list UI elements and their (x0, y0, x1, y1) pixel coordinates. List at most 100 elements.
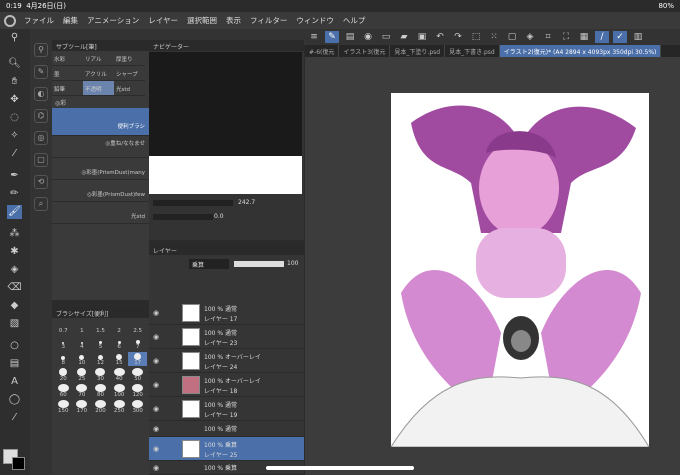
select-all-icon[interactable]: ⁙ (487, 31, 501, 43)
size-preset[interactable]: 170 (73, 400, 92, 414)
menu-edit[interactable]: 編集 (63, 15, 78, 26)
text-icon[interactable]: A (7, 375, 22, 389)
size-preset[interactable]: 80 (91, 384, 110, 398)
subtool-tab[interactable]: 鉛筆 (52, 81, 83, 96)
dock-subtool-icon[interactable]: ⚲ (34, 43, 48, 57)
doc-tab-active[interactable]: イラスト2(復元)* (A4 2894 x 4093px 350dpi 30.5… (499, 45, 662, 57)
layer-row[interactable]: ◉ 100 % 通常 レイヤー 23 (149, 325, 304, 349)
eye-icon[interactable]: ◉ (153, 464, 159, 472)
save-icon[interactable]: ▣ (415, 31, 429, 43)
eraser-icon[interactable]: ⌫ (7, 281, 22, 295)
lasso-icon[interactable]: ◌ (7, 111, 22, 125)
size-preset[interactable]: 8 (54, 352, 73, 366)
size-preset[interactable]: 1 (73, 320, 92, 334)
menu-file[interactable]: ファイル (24, 15, 54, 26)
menu-icon[interactable]: ≡ (307, 31, 321, 43)
eye-icon[interactable]: ◉ (153, 425, 159, 433)
dock-property-icon[interactable]: ⌬ (34, 109, 48, 123)
size-preset[interactable]: 300 (128, 400, 147, 414)
eye-icon[interactable]: ◉ (153, 333, 159, 341)
brush-item-active[interactable]: 便利ブラシ (52, 108, 149, 136)
brush-item[interactable]: 光std (52, 202, 149, 224)
crop-icon[interactable]: ⌗ (541, 31, 555, 43)
brush-item[interactable]: ◎彩墨(PrismDust)few (52, 180, 149, 202)
size-preset[interactable]: 7 (128, 336, 147, 350)
size-preset[interactable]: 3 (54, 336, 73, 350)
size-preset[interactable]: 150 (54, 400, 73, 414)
blend-mode-select[interactable]: 乗算 (189, 259, 229, 269)
eye-icon[interactable]: ◉ (153, 381, 159, 389)
deselect-icon[interactable]: ▢ (505, 31, 519, 43)
size-preset[interactable]: 4 (73, 336, 92, 350)
redo-icon[interactable]: ↷ (451, 31, 465, 43)
size-preset[interactable]: 2.5 (128, 320, 147, 334)
pen-icon[interactable]: ✒ (7, 169, 22, 183)
size-preset[interactable]: 60 (54, 384, 73, 398)
layer-icon[interactable]: ▤ (343, 31, 357, 43)
hand-icon[interactable]: ✋︎ (7, 75, 22, 89)
size-preset[interactable]: 6 (110, 336, 129, 350)
doc-tab[interactable]: イラスト3(復元 (339, 45, 391, 57)
size-preset[interactable]: 2 (110, 320, 129, 334)
subtool-tab-active[interactable]: 不透明 (83, 81, 114, 96)
brush-icon[interactable]: 🖌︎ (7, 205, 22, 219)
pencil-icon[interactable]: ✏ (7, 187, 22, 201)
fill-icon[interactable]: ◈ (523, 31, 537, 43)
figure-icon[interactable]: ○ (7, 339, 22, 353)
zoom-icon[interactable]: ⚲ (7, 31, 22, 45)
eye-icon[interactable]: ◉ (153, 357, 159, 365)
fill-bucket-icon[interactable]: ◆ (7, 299, 22, 313)
doc-tab[interactable]: #-6(復元 (305, 45, 340, 57)
layer-row[interactable]: ◉ 100 % 通常 レイヤー 19 (149, 397, 304, 421)
layer-row[interactable]: ◉ 100 % オーバーレイ レイヤー 24 (149, 349, 304, 373)
size-preset[interactable]: 20 (54, 368, 73, 382)
wand-icon[interactable]: ✧ (7, 129, 22, 143)
size-preset[interactable]: 0.7 (54, 320, 73, 334)
airbrush-icon[interactable]: ⁂ (7, 227, 22, 241)
dock-ink-icon[interactable]: ◐ (34, 87, 48, 101)
frame-icon[interactable]: ▤ (7, 357, 22, 371)
grid-icon[interactable]: ▦ (577, 31, 591, 43)
gradient-icon[interactable]: ▧ (7, 317, 22, 331)
deco-icon[interactable]: ✱ (7, 245, 22, 259)
magnifier-icon[interactable]: 🔍︎ (7, 57, 22, 71)
subtool-tab[interactable]: リアル (83, 51, 114, 66)
open-folder-icon[interactable]: ▰ (397, 31, 411, 43)
size-preset[interactable]: 200 (91, 400, 110, 414)
size-preset[interactable]: 12 (91, 352, 110, 366)
size-preset[interactable]: 40 (110, 368, 129, 382)
layer-row-selected[interactable]: ◉ 100 % 乗算 レイヤー 25 (149, 437, 304, 461)
blend-icon[interactable]: ◈ (7, 263, 22, 277)
app-logo-icon[interactable] (4, 14, 16, 27)
size-preset[interactable]: 100 (110, 384, 129, 398)
dock-material-icon[interactable]: ▢ (34, 153, 48, 167)
eye-icon[interactable]: ◉ (153, 445, 159, 453)
artwork-canvas[interactable] (391, 93, 649, 447)
size-preset[interactable]: 70 (73, 384, 92, 398)
menu-view[interactable]: 表示 (226, 15, 241, 26)
size-preset[interactable]: 5 (91, 336, 110, 350)
subtool-tab[interactable]: 墨 (52, 66, 83, 81)
eye-icon[interactable]: ◉ (153, 309, 159, 317)
subtool-tab[interactable]: アクリル (83, 66, 114, 81)
subtool-tab[interactable]: シャープ (114, 66, 145, 81)
menu-filter[interactable]: フィルター (250, 15, 287, 26)
doc-tab[interactable]: 見本_下塗り.psd (390, 45, 446, 57)
brush-item[interactable]: ◎重ね/ななませ (52, 136, 149, 158)
reference-icon[interactable]: ◉ (361, 31, 375, 43)
opacity-slider[interactable] (234, 261, 284, 267)
balloon-icon[interactable]: ◯ (7, 393, 22, 407)
new-file-icon[interactable]: ▭ (379, 31, 393, 43)
size-preset[interactable]: 15 (110, 352, 129, 366)
menu-window[interactable]: ウィンドウ (296, 15, 334, 26)
size-preset[interactable]: 250 (110, 400, 129, 414)
pen-mode-icon[interactable]: ✎ (325, 31, 339, 43)
line-icon[interactable]: ⁄ (7, 411, 22, 425)
move-icon[interactable]: ✥ (7, 93, 22, 107)
check-icon[interactable]: ✓ (613, 31, 627, 43)
eyedropper-icon[interactable]: ⁄ (7, 147, 22, 161)
eye-icon[interactable]: ◉ (153, 405, 159, 413)
doc-tab[interactable]: 見本_下書き.psd (445, 45, 500, 57)
layer-folder-row[interactable]: ◉ 100 % 通常 (149, 421, 304, 437)
dock-search-icon[interactable]: ⌕ (34, 197, 48, 211)
